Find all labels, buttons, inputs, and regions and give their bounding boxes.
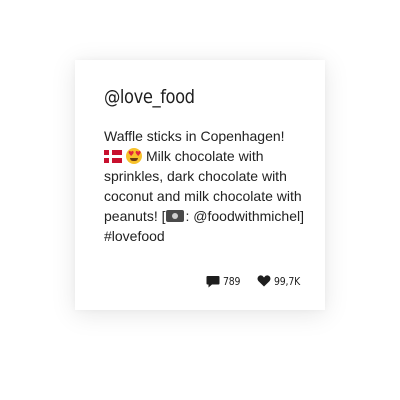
flag-denmark-icon <box>104 150 122 163</box>
likes-stat[interactable]: 99,7K <box>257 275 305 288</box>
post-stats: 789 99,7K <box>206 274 305 288</box>
heart-eyes-icon: ♥ ♥ <box>126 148 142 164</box>
post-handle[interactable]: @love_food <box>104 86 195 108</box>
post-caption: Waffle sticks in Copenhagen! ♥ ♥ Milk choc… <box>104 126 304 246</box>
post-card: @love_food Waffle sticks in Copenhagen! … <box>75 60 325 310</box>
caption-text-1: Waffle sticks in Copenhagen! <box>104 128 285 144</box>
comment-icon <box>206 275 220 287</box>
camera-icon <box>165 210 184 222</box>
comments-count: 789 <box>222 274 241 288</box>
comments-stat[interactable]: 789 <box>206 275 243 288</box>
heart-icon <box>257 275 271 287</box>
likes-count: 99,7K <box>274 274 301 288</box>
